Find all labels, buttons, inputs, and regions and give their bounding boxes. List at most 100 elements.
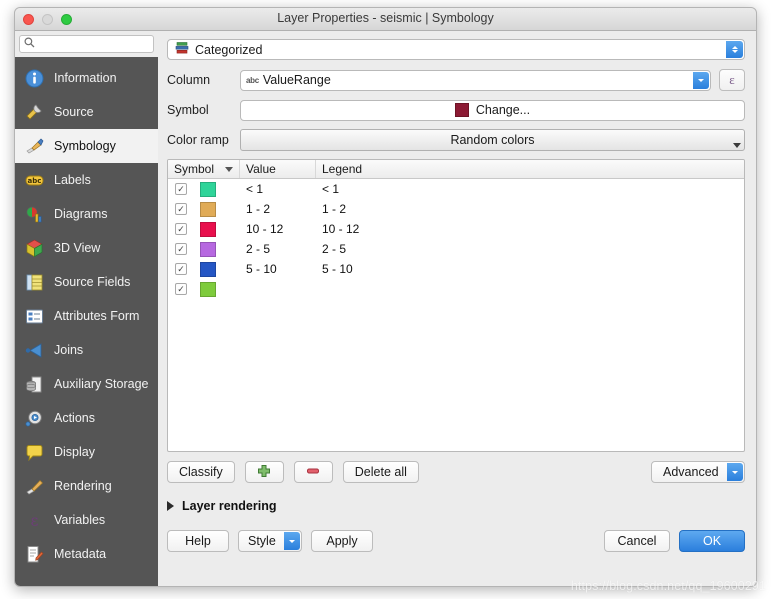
row-checkbox[interactable]: ✓: [175, 263, 187, 275]
table-row[interactable]: ✓ 10 - 12 10 - 12: [168, 219, 744, 239]
labels-abc-icon: abc: [24, 170, 45, 191]
table-row[interactable]: ✓ 5 - 10 5 - 10: [168, 259, 744, 279]
sidebar-item-metadata[interactable]: Metadata: [15, 537, 158, 571]
symbology-form: Column abc ValueRange ε Symbol Change...…: [167, 69, 745, 151]
sidebar-item-display[interactable]: Display: [15, 435, 158, 469]
category-color-swatch[interactable]: [200, 221, 216, 237]
row-value[interactable]: 5 - 10: [240, 262, 316, 276]
search-input[interactable]: [35, 36, 145, 52]
renderer-type-combo[interactable]: Categorized: [167, 39, 745, 60]
apply-button[interactable]: Apply: [311, 530, 373, 552]
categories-table[interactable]: Symbol Value Legend ✓ < 1 < 1 ✓ 1 - 2 1 …: [167, 159, 745, 452]
cancel-button[interactable]: Cancel: [604, 530, 670, 552]
row-legend[interactable]: 5 - 10: [316, 262, 744, 276]
sidebar-item-diagrams[interactable]: Diagrams: [15, 197, 158, 231]
sidebar-item-label: Information: [54, 71, 117, 85]
row-checkbox-cell[interactable]: ✓: [168, 223, 194, 235]
category-color-swatch[interactable]: [200, 201, 216, 217]
chevron-down-icon[interactable]: [727, 463, 743, 481]
row-checkbox-cell[interactable]: ✓: [168, 183, 194, 195]
help-button[interactable]: Help: [167, 530, 229, 552]
categorized-icon: [175, 41, 189, 58]
category-color-swatch[interactable]: [200, 261, 216, 277]
sidebar-item-auxiliary-storage[interactable]: Auxiliary Storage: [15, 367, 158, 401]
sidebar-item-joins[interactable]: Joins: [15, 333, 158, 367]
attributes-form-icon: [24, 306, 45, 327]
table-row[interactable]: ✓ 1 - 2 1 - 2: [168, 199, 744, 219]
symbol-change-button[interactable]: Change...: [240, 99, 745, 121]
chevron-down-icon[interactable]: [693, 71, 709, 89]
sidebar-search-box[interactable]: [19, 35, 154, 53]
delete-all-button[interactable]: Delete all: [342, 461, 419, 483]
row-value[interactable]: < 1: [240, 182, 316, 196]
layer-rendering-section[interactable]: Layer rendering: [167, 499, 745, 513]
sidebar-item-source-fields[interactable]: Source Fields: [15, 265, 158, 299]
row-checkbox[interactable]: ✓: [175, 203, 187, 215]
sidebar-item-labels[interactable]: abc Labels: [15, 163, 158, 197]
row-checkbox[interactable]: ✓: [175, 283, 187, 295]
classify-button[interactable]: Classify: [167, 461, 235, 483]
source-fields-icon: [24, 272, 45, 293]
chevron-down-icon[interactable]: [284, 532, 300, 550]
row-value[interactable]: 10 - 12: [240, 222, 316, 236]
row-checkbox-cell[interactable]: ✓: [168, 203, 194, 215]
sidebar-item-variables[interactable]: ε Variables: [15, 503, 158, 537]
symbology-panel: Categorized Column abc ValueRange ε Symb…: [158, 31, 756, 586]
row-checkbox[interactable]: ✓: [175, 223, 187, 235]
layer-rendering-label: Layer rendering: [182, 499, 277, 513]
column-header-legend[interactable]: Legend: [316, 160, 744, 178]
disclosure-triangle-icon[interactable]: [167, 501, 174, 511]
row-symbol-cell[interactable]: [194, 221, 240, 237]
column-combo[interactable]: abc ValueRange: [240, 69, 711, 91]
sidebar: Information Source Symbology abc Labels …: [15, 31, 158, 586]
row-symbol-cell[interactable]: [194, 201, 240, 217]
sidebar-item-information[interactable]: Information: [15, 61, 158, 95]
sidebar-search-wrap: [15, 31, 158, 57]
category-color-swatch[interactable]: [200, 241, 216, 257]
sidebar-item-label: Metadata: [54, 547, 107, 561]
sidebar-item-3d-view[interactable]: 3D View: [15, 231, 158, 265]
column-header-symbol[interactable]: Symbol: [168, 160, 240, 178]
sidebar-item-label: Rendering: [54, 479, 112, 493]
table-row[interactable]: ✓ < 1 < 1: [168, 179, 744, 199]
table-row[interactable]: ✓: [168, 279, 744, 299]
row-checkbox-cell[interactable]: ✓: [168, 283, 194, 295]
column-header-value[interactable]: Value: [240, 160, 316, 178]
chevron-down-icon[interactable]: [733, 143, 741, 148]
row-value[interactable]: 2 - 5: [240, 242, 316, 256]
row-checkbox-cell[interactable]: ✓: [168, 263, 194, 275]
row-legend[interactable]: < 1: [316, 182, 744, 196]
table-row[interactable]: ✓ 2 - 5 2 - 5: [168, 239, 744, 259]
style-button[interactable]: Style: [238, 530, 302, 552]
ok-button[interactable]: OK: [679, 530, 745, 552]
row-symbol-cell[interactable]: [194, 241, 240, 257]
add-category-icon: [257, 464, 271, 481]
sidebar-item-rendering[interactable]: Rendering: [15, 469, 158, 503]
color-ramp-combo[interactable]: Random colors: [240, 129, 745, 151]
row-symbol-cell[interactable]: [194, 261, 240, 277]
sidebar-item-attributes-form[interactable]: Attributes Form: [15, 299, 158, 333]
row-checkbox-cell[interactable]: ✓: [168, 243, 194, 255]
sidebar-item-label: Auxiliary Storage: [54, 377, 149, 391]
row-symbol-cell[interactable]: [194, 181, 240, 197]
sidebar-item-label: Display: [54, 445, 95, 459]
expression-button[interactable]: ε: [719, 69, 745, 91]
chevron-updown-icon[interactable]: [726, 41, 743, 58]
row-legend[interactable]: 1 - 2: [316, 202, 744, 216]
category-color-swatch[interactable]: [200, 181, 216, 197]
sidebar-item-symbology[interactable]: Symbology: [15, 129, 158, 163]
row-legend[interactable]: 2 - 5: [316, 242, 744, 256]
row-checkbox[interactable]: ✓: [175, 243, 187, 255]
row-value[interactable]: 1 - 2: [240, 202, 316, 216]
sidebar-item-actions[interactable]: Actions: [15, 401, 158, 435]
remove-category-button[interactable]: [293, 461, 333, 483]
row-checkbox[interactable]: ✓: [175, 183, 187, 195]
sidebar-item-label: Source Fields: [54, 275, 131, 289]
remove-category-icon: [306, 464, 320, 481]
sidebar-item-source[interactable]: Source: [15, 95, 158, 129]
add-category-button[interactable]: [244, 461, 284, 483]
advanced-button[interactable]: Advanced: [651, 461, 745, 483]
category-color-swatch[interactable]: [200, 281, 216, 297]
row-symbol-cell[interactable]: [194, 281, 240, 297]
row-legend[interactable]: 10 - 12: [316, 222, 744, 236]
